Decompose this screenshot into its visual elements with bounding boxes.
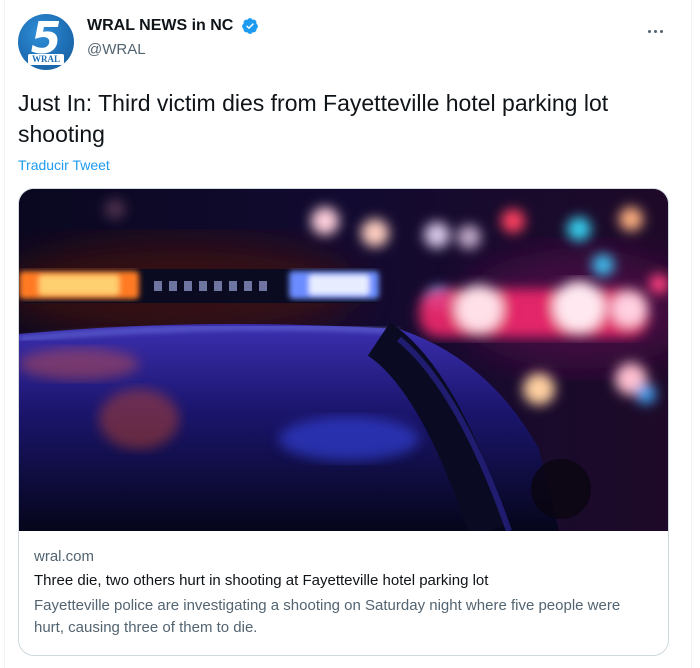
card-meta: wral.com Three die, two others hurt in s… [34,547,654,639]
account-handle[interactable]: @WRAL [87,40,259,60]
tweet-text: Just In: Third victim dies from Fayettev… [18,90,609,147]
tweet-header: 5 WRAL WRAL NEWS in NC @WRAL [18,14,678,70]
more-options-icon[interactable] [648,20,672,36]
police-lights-photo [19,189,668,531]
account-names: WRAL NEWS in NC @WRAL [87,16,259,60]
display-name[interactable]: WRAL NEWS in NC [87,16,233,36]
card-title: Three die, two others hurt in shooting a… [34,572,489,589]
translate-tweet-link[interactable]: Traducir Tweet [18,156,110,174]
card-domain: wral.com [34,548,95,565]
avatar[interactable]: 5 WRAL [18,14,74,70]
avatar-logo-text: WRAL [28,54,64,65]
card-image[interactable] [19,189,668,531]
card-description: Fayetteville police are investigating a … [34,597,621,636]
verified-badge-icon [241,18,258,34]
link-card[interactable]: wral.com Three die, two others hurt in s… [18,188,669,656]
